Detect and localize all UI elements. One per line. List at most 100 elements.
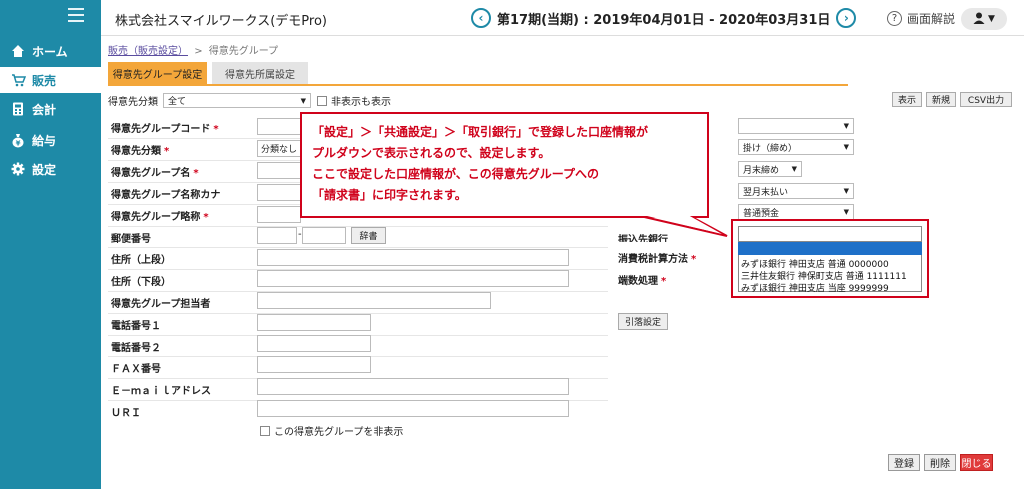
closing-day-select[interactable]: 月末締め ▼ <box>738 161 802 177</box>
delete-button[interactable]: 削除 <box>924 454 956 471</box>
label-phone-2: 電話番号２ <box>111 343 161 354</box>
postal-code-1-input[interactable] <box>257 227 297 244</box>
category-select[interactable]: 分類なし <box>257 140 301 157</box>
callout-line: 「請求書」に印字されます。 <box>312 188 467 202</box>
register-button[interactable]: 登録 <box>888 454 920 471</box>
address-2-input[interactable] <box>257 270 569 287</box>
postal-code-2-input[interactable] <box>302 227 346 244</box>
chevron-down-icon: ▼ <box>843 208 849 216</box>
group-abbrev-input[interactable] <box>257 206 301 223</box>
hide-group-option: この得意先グループを非表示 <box>260 423 403 438</box>
hide-group-checkbox[interactable] <box>260 425 270 436</box>
svg-text:¥: ¥ <box>16 139 21 147</box>
caret-down-icon: ▼ <box>988 14 995 24</box>
period-label: 第17期(当期) : 2019年04月01日 - 2020年03月31日 <box>497 12 831 28</box>
breadcrumb-link-sales[interactable]: 販売（販売設定） <box>108 46 188 57</box>
sidebar-item-sales[interactable]: 販売 <box>0 67 101 93</box>
sidebar-item-label: 設定 <box>32 162 57 177</box>
annotation-callout: 「設定」＞「共通設定」＞「取引銀行」で登録した口座情報が プルダウンで表示される… <box>300 112 709 218</box>
sidebar-item-home[interactable]: ホーム <box>0 38 101 64</box>
right-select-1[interactable]: ▼ <box>738 118 854 134</box>
sidebar-item-settings[interactable]: 設定 <box>0 156 101 182</box>
filter-bar: 得意先分類 全て ▼ 非表示も表示 <box>108 93 391 108</box>
label-group-name-kana: 得意先グループ名称カナ <box>111 190 221 201</box>
breadcrumb-current: 得意先グループ <box>208 46 279 57</box>
sidebar: ホーム 販売 会計 ¥ 給与 設定 <box>0 0 101 489</box>
dropdown-option-blank-selected[interactable] <box>738 242 922 255</box>
label-email: Ｅ－ｍａｉｌアドレス <box>111 386 211 397</box>
sidebar-item-label: 会計 <box>32 102 57 117</box>
user-icon <box>973 12 985 27</box>
label-group-name: 得意先グループ名 * <box>111 168 199 179</box>
chevron-down-icon: ▼ <box>843 122 849 130</box>
hamburger-menu-icon[interactable] <box>68 8 84 22</box>
select-value: 全て <box>168 97 187 107</box>
tab-customer-membership-settings[interactable]: 得意先所属設定 <box>212 62 308 84</box>
label-tax-calculation: 消費税計算方法 * <box>618 254 697 265</box>
label-url: ＵＲＩ <box>111 408 141 419</box>
label-postal-code: 郵便番号 <box>111 234 151 245</box>
url-input[interactable] <box>257 400 569 417</box>
period-navigator: ‹ 第17期(当期) : 2019年04月01日 - 2020年03月31日 › <box>471 8 857 28</box>
label-group-code: 得意先グループコード * <box>111 124 219 135</box>
help-label: 画面解説 <box>907 12 956 26</box>
tab-underline <box>108 84 848 86</box>
show-hidden-checkbox[interactable] <box>317 95 327 106</box>
tab-customer-group-settings[interactable]: 得意先グループ設定 <box>108 62 207 84</box>
calculator-icon <box>10 101 26 117</box>
sidebar-item-accounting[interactable]: 会計 <box>0 96 101 122</box>
callout-line: ここで設定した口座情報が、この得意先グループへの <box>312 167 600 181</box>
label-address-1: 住所（上段） <box>111 255 171 266</box>
fax-input[interactable] <box>257 356 371 373</box>
group-name-kana-input[interactable] <box>257 184 301 201</box>
label-address-2: 住所（下段） <box>111 277 171 288</box>
label-rounding: 端数処理 * <box>618 276 667 287</box>
callout-line: 「設定」＞「共通設定」＞「取引銀行」で登録した口座情報が <box>312 125 649 139</box>
account-type-select[interactable]: 普通預金 ▼ <box>738 204 854 220</box>
email-input[interactable] <box>257 378 569 395</box>
payment-method-select[interactable]: 掛け（締め） ▼ <box>738 139 854 155</box>
person-in-charge-input[interactable] <box>257 292 491 309</box>
breadcrumb: 販売（販売設定） > 得意先グループ <box>108 42 278 57</box>
phone-1-input[interactable] <box>257 314 371 331</box>
help-link[interactable]: ? 画面解説 <box>887 10 955 27</box>
chevron-down-icon: ▼ <box>843 187 849 195</box>
dropdown-option[interactable]: みずほ銀行 神田支店 当座 9999999 <box>741 281 889 294</box>
debit-settings-button[interactable]: 引落設定 <box>618 313 668 330</box>
label-group-abbrev: 得意先グループ略称 * <box>111 212 209 223</box>
sidebar-item-payroll[interactable]: ¥ 給与 <box>0 127 101 153</box>
display-button[interactable]: 表示 <box>892 92 922 107</box>
address-lookup-button[interactable]: 辞書 <box>351 227 386 244</box>
user-menu-button[interactable]: ▼ <box>961 8 1007 30</box>
csv-export-button[interactable]: CSV出力 <box>960 92 1012 107</box>
chevron-down-icon: ▼ <box>791 165 797 173</box>
customer-category-select[interactable]: 全て ▼ <box>163 93 311 108</box>
chevron-down-icon: ▼ <box>843 143 849 151</box>
hide-group-label: この得意先グループを非表示 <box>274 427 404 438</box>
address-1-input[interactable] <box>257 249 569 266</box>
prev-period-button[interactable]: ‹ <box>471 8 491 28</box>
label-transfer-bank: 振込先銀行 <box>618 235 668 242</box>
bank-account-select[interactable] <box>738 226 922 242</box>
gear-icon <box>10 161 26 177</box>
label-phone-1: 電話番号１ <box>111 321 161 332</box>
cart-icon <box>10 72 26 88</box>
new-button[interactable]: 新規 <box>926 92 956 107</box>
phone-2-input[interactable] <box>257 335 371 352</box>
label-person-in-charge: 得意先グループ担当者 <box>111 299 211 310</box>
label-category: 得意先分類 * <box>111 146 170 157</box>
payment-due-select[interactable]: 翌月末払い ▼ <box>738 183 854 199</box>
money-bag-icon: ¥ <box>10 132 26 148</box>
show-hidden-label: 非表示も表示 <box>331 97 391 108</box>
help-icon: ? <box>887 11 902 26</box>
filter-label: 得意先分類 <box>108 97 158 108</box>
row-divider <box>108 247 608 248</box>
close-button[interactable]: 閉じる <box>960 454 993 471</box>
company-name: 株式会社スマイルワークス(デモPro) <box>115 14 327 29</box>
top-header: 株式会社スマイルワークス(デモPro) ‹ 第17期(当期) : 2019年04… <box>101 0 1024 36</box>
next-period-button[interactable]: › <box>836 8 857 28</box>
callout-line: プルダウンで表示されるので、設定します。 <box>312 146 551 160</box>
group-code-input[interactable] <box>257 118 301 135</box>
app-root: ホーム 販売 会計 ¥ 給与 設定 株式会社スマイルワークス(デモPro) ‹ … <box>0 0 1024 489</box>
group-name-input[interactable] <box>257 162 301 179</box>
